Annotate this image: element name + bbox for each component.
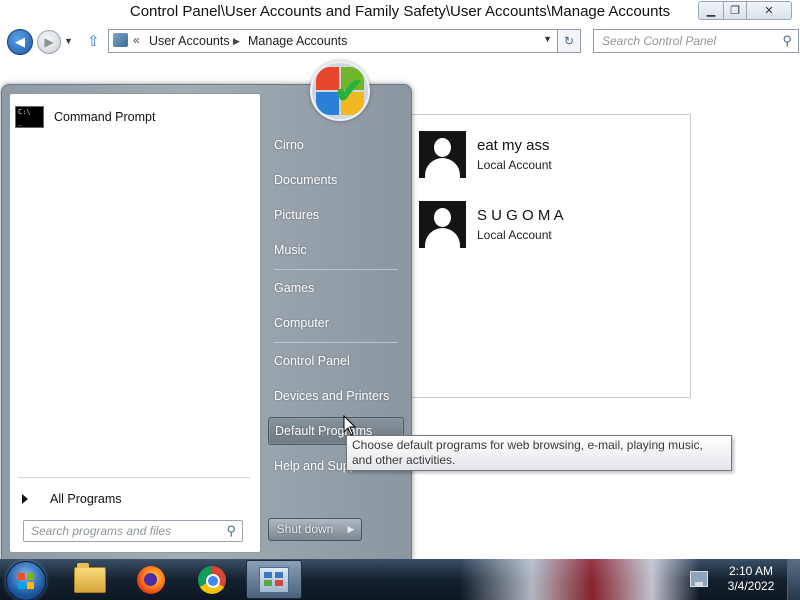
divider bbox=[274, 269, 398, 270]
mouse-cursor-icon bbox=[343, 415, 357, 436]
search-icon[interactable]: ⚲ bbox=[782, 33, 792, 49]
window-title-bar: Control Panel\User Accounts and Family S… bbox=[0, 0, 800, 24]
user-picture[interactable]: ✔ bbox=[310, 61, 370, 121]
divider bbox=[18, 477, 250, 478]
taskbar-control-panel-button[interactable] bbox=[246, 560, 302, 599]
account-type: Local Account bbox=[477, 228, 552, 242]
network-icon[interactable] bbox=[690, 571, 708, 587]
divider bbox=[274, 342, 398, 343]
search-programs-input[interactable]: Search programs and files ⚲ bbox=[23, 520, 243, 542]
refresh-icon: ↻ bbox=[563, 34, 575, 48]
account-name: eat my ass bbox=[477, 137, 550, 154]
maximize-button[interactable]: ❐ bbox=[724, 1, 747, 20]
program-label: Command Prompt bbox=[54, 110, 156, 124]
search-programs-placeholder: Search programs and files bbox=[31, 524, 172, 538]
clock[interactable]: 2:10 AM 3/4/2022 bbox=[716, 564, 786, 594]
firefox-icon bbox=[137, 565, 165, 594]
account-type: Local Account bbox=[477, 158, 552, 172]
start-item-devices-and-printers[interactable]: Devices and Printers bbox=[268, 382, 404, 410]
start-item-games[interactable]: Games bbox=[268, 274, 404, 302]
show-desktop-button[interactable] bbox=[787, 559, 800, 600]
start-item-documents[interactable]: Documents bbox=[268, 166, 404, 194]
start-item-music[interactable]: Music bbox=[268, 236, 404, 264]
account-name: S U G O M A bbox=[477, 207, 564, 224]
address-bar[interactable]: « User Accounts ▶ Manage Accounts ▼ bbox=[108, 29, 558, 53]
shutdown-button[interactable]: Shut down bbox=[268, 518, 342, 541]
windows-logo-icon bbox=[18, 573, 34, 589]
user-avatar-icon bbox=[419, 131, 466, 178]
minimize-icon: ▁ bbox=[706, 5, 716, 17]
start-button[interactable] bbox=[6, 561, 46, 600]
start-item-user-folder[interactable]: Cirno bbox=[268, 131, 404, 159]
clock-date: 3/4/2022 bbox=[727, 579, 775, 593]
program-command-prompt[interactable]: C:\ _ Command Prompt bbox=[14, 103, 254, 131]
start-item-computer[interactable]: Computer bbox=[268, 309, 404, 337]
account-item[interactable]: S U G O M A Local Account bbox=[419, 201, 679, 251]
refresh-button[interactable]: ↻ bbox=[557, 29, 581, 53]
taskbar: 2:10 AM 3/4/2022 bbox=[0, 559, 800, 600]
back-arrow-icon: ◀ bbox=[15, 34, 25, 49]
triangle-right-icon bbox=[22, 494, 28, 504]
start-item-pictures[interactable]: Pictures bbox=[268, 201, 404, 229]
breadcrumb-chevron-icon[interactable]: ▶ bbox=[233, 36, 240, 47]
tooltip: Choose default programs for web browsing… bbox=[346, 435, 732, 471]
checkmark-icon: ✔ bbox=[334, 70, 365, 111]
all-programs-button[interactable]: All Programs bbox=[20, 488, 250, 510]
start-item-control-panel[interactable]: Control Panel bbox=[268, 347, 404, 375]
window-controls: ▁ ❐ ✕ bbox=[698, 1, 792, 20]
start-menu: ✔ C:\ _ Command Prompt All Programs Searc… bbox=[1, 61, 412, 561]
account-item[interactable]: eat my ass Local Account bbox=[419, 131, 679, 181]
recent-pages-dropdown[interactable]: ▼ bbox=[64, 36, 73, 46]
command-prompt-icon: C:\ _ bbox=[15, 106, 44, 128]
search-placeholder: Search Control Panel bbox=[602, 34, 717, 48]
breadcrumb-manage-accounts[interactable]: Manage Accounts bbox=[248, 34, 347, 48]
forward-button[interactable]: ▶ bbox=[37, 30, 61, 54]
user-avatar-icon bbox=[419, 201, 466, 248]
search-icon[interactable]: ⚲ bbox=[226, 523, 236, 539]
forward-arrow-icon: ▶ bbox=[44, 35, 54, 49]
breadcrumb-user-accounts[interactable]: User Accounts bbox=[149, 34, 230, 48]
breadcrumb-separator-icon[interactable]: « bbox=[133, 33, 140, 47]
wallpaper-strip bbox=[460, 559, 700, 600]
clock-time: 2:10 AM bbox=[728, 564, 774, 578]
taskbar-chrome-button[interactable] bbox=[184, 560, 240, 599]
chevron-right-icon: ▶ bbox=[347, 524, 355, 534]
back-button[interactable]: ◀ bbox=[7, 29, 33, 55]
close-icon: ✕ bbox=[764, 5, 774, 17]
folder-icon bbox=[74, 562, 106, 593]
navigation-bar: ◀ ▶ ▼ ⇧ « User Accounts ▶ Manage Account… bbox=[0, 26, 800, 56]
close-button[interactable]: ✕ bbox=[747, 1, 792, 20]
up-arrow-icon[interactable]: ⇧ bbox=[87, 32, 100, 50]
all-programs-label: All Programs bbox=[50, 492, 122, 506]
control-panel-icon bbox=[113, 33, 128, 47]
taskbar-explorer-button[interactable] bbox=[62, 560, 118, 599]
chrome-icon bbox=[198, 565, 226, 594]
taskbar-firefox-button[interactable] bbox=[123, 560, 179, 599]
accounts-panel: eat my ass Local Account S U G O M A Loc… bbox=[404, 114, 691, 398]
start-menu-programs-pane: C:\ _ Command Prompt All Programs Search … bbox=[9, 93, 261, 553]
search-control-panel-input[interactable]: Search Control Panel ⚲ bbox=[593, 29, 799, 53]
shutdown-options-button[interactable]: ▶ bbox=[341, 518, 362, 541]
restore-icon: ❐ bbox=[730, 5, 740, 17]
window-title: Control Panel\User Accounts and Family S… bbox=[129, 3, 671, 20]
address-dropdown-icon[interactable]: ▼ bbox=[543, 34, 552, 44]
minimize-button[interactable]: ▁ bbox=[698, 1, 724, 20]
control-panel-icon bbox=[259, 566, 289, 593]
